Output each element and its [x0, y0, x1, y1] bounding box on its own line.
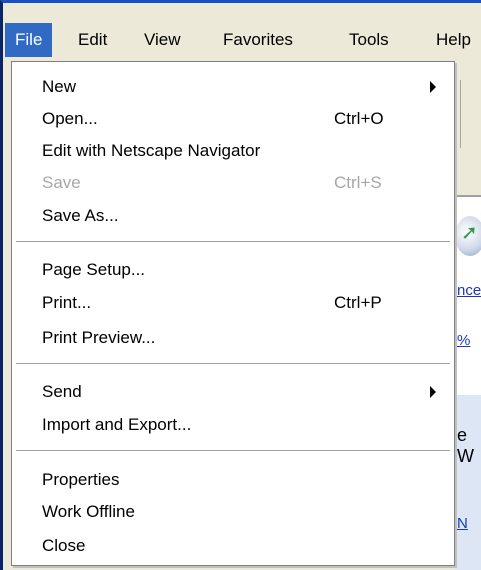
- menu-item-page-setup[interactable]: Page Setup...: [12, 255, 454, 285]
- menu-view[interactable]: View: [134, 23, 191, 57]
- menu-item-label: Properties: [42, 470, 120, 489]
- menu-item-shortcut: Ctrl+P: [334, 293, 382, 312]
- green-arrow-icon: ➚: [461, 222, 478, 244]
- menu-item-label: Close: [42, 536, 86, 555]
- submenu-arrow-icon: [430, 386, 436, 398]
- toolbar-separator: [460, 80, 461, 148]
- background-text: e W: [457, 425, 474, 466]
- menu-item-label: New: [42, 77, 77, 96]
- menu-item-label: Save As...: [42, 206, 119, 225]
- menu-item-label: Print Preview...: [42, 328, 156, 347]
- menu-item-print[interactable]: Print... Ctrl+P: [12, 288, 454, 318]
- file-menu-dropdown: New Open... Ctrl+O Edit with Netscape Na…: [11, 61, 455, 566]
- menu-item-import-export[interactable]: Import and Export...: [12, 410, 454, 440]
- menu-item-shortcut: Ctrl+S: [334, 173, 382, 192]
- menu-edit[interactable]: Edit: [68, 23, 117, 57]
- menu-separator: [16, 450, 450, 452]
- menu-separator: [16, 363, 450, 365]
- menu-item-properties[interactable]: Properties: [12, 465, 454, 495]
- menu-item-label: Import and Export...: [42, 415, 192, 434]
- menu-item-close[interactable]: Close: [12, 531, 454, 561]
- menu-tools[interactable]: Tools: [339, 23, 399, 57]
- menu-item-label: Edit with Netscape Navigator: [42, 141, 261, 160]
- menu-item-save: Save Ctrl+S: [12, 168, 454, 198]
- menu-item-label: Send: [42, 382, 82, 401]
- menu-item-work-offline[interactable]: Work Offline: [12, 497, 454, 527]
- menu-help[interactable]: Help: [426, 23, 481, 57]
- background-link[interactable]: %: [457, 332, 470, 349]
- menu-item-label: Save: [42, 173, 81, 192]
- menu-separator: [16, 241, 450, 243]
- submenu-arrow-icon: [430, 81, 436, 93]
- menu-item-label: Work Offline: [42, 502, 135, 521]
- background-toolbar: [455, 60, 481, 197]
- menu-item-shortcut: Ctrl+O: [334, 109, 384, 128]
- background-page: ➚ nce % e W N: [455, 60, 481, 570]
- background-link[interactable]: nce: [457, 282, 481, 299]
- menu-item-new[interactable]: New: [12, 72, 454, 102]
- menu-file[interactable]: File: [5, 23, 53, 57]
- menu-item-save-as[interactable]: Save As...: [12, 201, 454, 231]
- menu-favorites[interactable]: Favorites: [213, 23, 303, 57]
- background-panel: [455, 395, 481, 570]
- menu-item-open[interactable]: Open... Ctrl+O: [12, 104, 454, 134]
- background-link[interactable]: N: [457, 515, 468, 532]
- menu-item-send[interactable]: Send: [12, 377, 454, 407]
- menu-bar: File Edit View Favorites Tools Help: [3, 3, 481, 59]
- menu-item-label: Page Setup...: [42, 260, 146, 279]
- menu-item-label: Print...: [42, 293, 92, 312]
- menu-item-label: Open...: [42, 109, 98, 128]
- menu-item-edit-with-netscape[interactable]: Edit with Netscape Navigator: [12, 136, 454, 166]
- menu-item-print-preview[interactable]: Print Preview...: [12, 323, 454, 353]
